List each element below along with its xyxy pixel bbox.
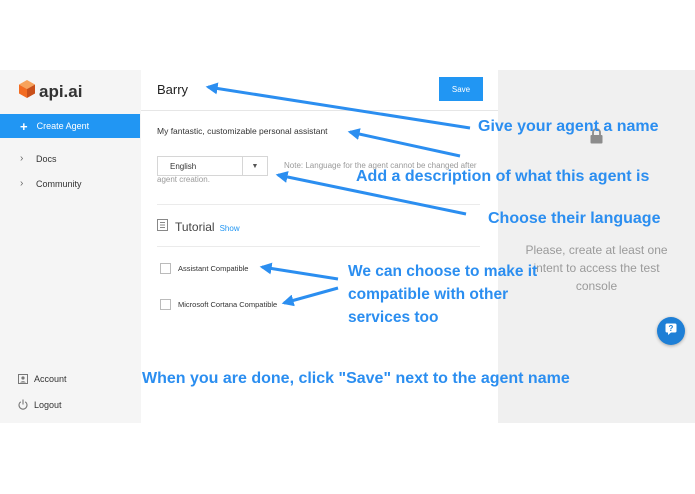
language-select[interactable]: English ▼ [157,156,268,176]
divider [157,246,480,247]
chevron-right-icon: › [20,153,24,164]
sidebar-item-label: Logout [34,399,62,410]
agent-name-input[interactable]: Barry [157,82,188,97]
sidebar-item-label: Community [36,178,82,189]
user-icon [18,374,34,384]
tutorial-label: Tutorial [175,220,215,234]
language-value: English [170,162,197,171]
sidebar-item-community[interactable]: › Community [20,178,82,189]
sidebar-item-docs[interactable]: › Docs [20,153,57,164]
sidebar-item-account[interactable]: Account [18,374,67,384]
logo[interactable]: api.ai [18,79,82,104]
tutorial-show-link[interactable]: Show [220,224,240,233]
logo-text: api.ai [39,81,83,101]
checkbox[interactable] [160,263,171,274]
annotation-language: Choose their language [488,210,661,227]
annotation-compatible-line: services too [348,309,439,326]
annotation-save: When you are done, click "Save" next to … [142,370,570,387]
save-button[interactable]: Save [439,77,483,101]
sidebar-item-label: Account [34,374,67,384]
create-agent-label: Create Agent [36,121,90,131]
chevron-down-icon[interactable]: ▼ [242,157,267,175]
svg-text:?: ? [669,324,674,333]
annotation-name: Give your agent a name [478,118,659,135]
api-ai-cube-icon [18,79,36,104]
tutorial-section: Tutorial Show [157,218,240,236]
agent-description-input[interactable]: My fantastic, customizable personal assi… [157,126,328,136]
help-button[interactable]: ? [657,317,685,345]
annotation-description: Add a description of what this agent is [356,168,650,185]
console-message: Please, create at least one intent to ac… [525,243,668,293]
annotation-compatible-line: compatible with other [348,286,509,303]
divider [157,204,480,205]
annotation-compatible: We can choose to make it compatible with… [348,260,537,329]
power-icon [18,399,34,410]
annotation-compatible-line: We can choose to make it [348,263,538,280]
assistant-compatible-checkbox[interactable]: Assistant Compatible [160,263,248,274]
question-icon: ? [665,322,677,340]
chevron-right-icon: › [20,178,24,189]
plus-icon: + [20,118,28,134]
cortana-compatible-checkbox[interactable]: Microsoft Cortana Compatible [160,299,277,310]
sidebar-item-logout[interactable]: Logout [18,399,62,410]
checkbox[interactable] [160,299,171,310]
create-agent-button[interactable]: + Create Agent [0,114,140,138]
book-icon [157,218,168,236]
checkbox-label: Microsoft Cortana Compatible [178,300,278,309]
sidebar: api.ai + Create Agent › Docs › Community… [0,70,142,423]
agent-name-row: Barry Save [141,70,498,111]
sidebar-item-label: Docs [36,153,57,164]
checkbox-label: Assistant Compatible [178,264,249,273]
